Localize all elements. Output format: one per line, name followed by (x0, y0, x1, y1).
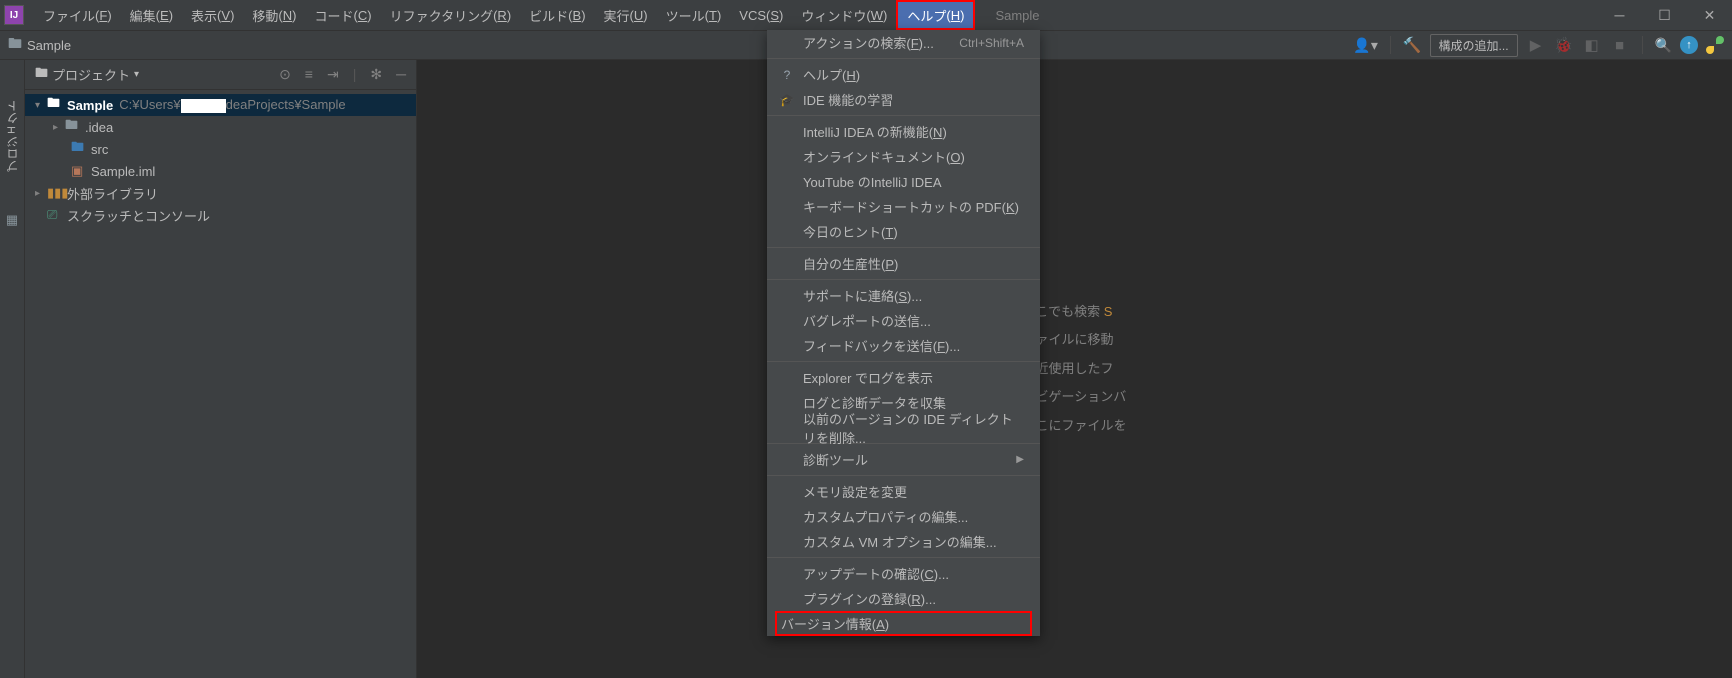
panel-title-label: プロジェクト (52, 65, 130, 84)
left-gutter: プロジェクト ▦ (0, 60, 25, 678)
file-icon: ▣ (71, 163, 87, 179)
library-icon: ▮▮▮ (47, 185, 63, 201)
tree-scratch[interactable]: ⎚ スクラッチとコンソール (25, 204, 416, 226)
graduation-icon: 🎓 (779, 93, 795, 107)
tree-scratch-label: スクラッチとコンソール (67, 206, 210, 225)
dd-memory-settings[interactable]: メモリ設定を変更 (767, 479, 1040, 504)
tree-root-path: C:¥Users¥deaProjects¥Sample (119, 97, 345, 113)
dd-tip-of-day[interactable]: 今日のヒント(T) (767, 219, 1040, 244)
build-icon[interactable]: 🔨 (1403, 36, 1422, 54)
scratch-icon: ⎚ (47, 207, 63, 223)
menu-help[interactable]: ヘルプ(H) (896, 0, 975, 30)
tree-idea[interactable]: ▸ 🖿 .idea (25, 116, 416, 138)
tree-iml-label: Sample.iml (91, 164, 155, 179)
folder-icon: 🖿 (35, 64, 48, 86)
separator (1390, 36, 1391, 54)
tree-iml[interactable]: ▣ Sample.iml (25, 160, 416, 182)
dd-check-updates[interactable]: アップデートの確認(C)... (767, 561, 1040, 586)
menu-run[interactable]: 実行(U) (595, 0, 657, 30)
menu-code[interactable]: コード(C) (306, 0, 381, 30)
code-with-me-icon[interactable] (1706, 36, 1724, 54)
user-icon[interactable]: 👤▾ (1353, 37, 1377, 54)
chevron-right-icon: ▸ (35, 188, 47, 199)
help-dropdown-menu: アクションの検索(F)...Ctrl+Shift+A ?ヘルプ(H) 🎓IDE … (767, 30, 1040, 636)
project-name: Sample (995, 8, 1039, 23)
menu-window[interactable]: ウィンドウ(W) (792, 0, 896, 30)
folder-icon: 🖿 (71, 138, 87, 160)
maximize-button[interactable]: ☐ (1642, 0, 1687, 30)
panel-title[interactable]: 🖿 プロジェクト ▾ (35, 64, 139, 86)
dd-custom-properties[interactable]: カスタムプロパティの編集... (767, 504, 1040, 529)
dd-find-action[interactable]: アクションの検索(F)...Ctrl+Shift+A (767, 30, 1040, 55)
dd-feedback[interactable]: フィードバックを送信(F)... (767, 333, 1040, 358)
menu-bar: IJ ファイル(F) 編集(E) 表示(V) 移動(N) コード(C) リファク… (0, 0, 1732, 30)
menu-tools[interactable]: ツール(T) (657, 0, 731, 30)
folder-icon: 🖿 (65, 116, 81, 138)
menu-build[interactable]: ビルド(B) (520, 0, 594, 30)
project-tree: ▾ 🖿 Sample C:¥Users¥deaProjects¥Sample ▸… (25, 90, 416, 230)
breadcrumb[interactable]: 🖿 Sample (8, 33, 71, 57)
dd-custom-vm[interactable]: カスタム VM オプションの編集... (767, 529, 1040, 554)
tree-extlib[interactable]: ▸ ▮▮▮ 外部ライブラリ (25, 182, 416, 204)
run-config-dropdown[interactable]: 構成の追加... (1430, 34, 1518, 57)
menu-file[interactable]: ファイル(F) (34, 0, 121, 30)
settings-icon[interactable]: ✻ (370, 66, 382, 83)
coverage-icon[interactable]: ◧ (1582, 36, 1602, 54)
close-button[interactable]: ✕ (1687, 0, 1732, 30)
chevron-down-icon: ▾ (134, 69, 139, 80)
search-icon[interactable]: 🔍 (1655, 37, 1672, 54)
menu-items: ファイル(F) 編集(E) 表示(V) 移動(N) コード(C) リファクタリン… (34, 0, 975, 30)
chevron-down-icon: ▾ (35, 100, 47, 111)
window-controls: ─ ☐ ✕ (1597, 0, 1732, 30)
dd-diagnostic-tools[interactable]: 診断ツール▶ (767, 447, 1040, 472)
dd-learn-ide[interactable]: 🎓IDE 機能の学習 (767, 87, 1040, 112)
chevron-right-icon: ▶ (1016, 454, 1024, 465)
run-icon[interactable]: ▶ (1526, 36, 1546, 54)
dd-bug-report[interactable]: バグレポートの送信... (767, 308, 1040, 333)
dd-register-plugin[interactable]: プラグインの登録(R)... (767, 586, 1040, 611)
structure-icon[interactable]: ▦ (6, 212, 18, 228)
chevron-right-icon: ▸ (53, 122, 65, 133)
dd-about[interactable]: バージョン情報(A) (775, 611, 1032, 636)
question-icon: ? (779, 68, 795, 82)
collapse-all-icon[interactable]: ⇥ (327, 66, 339, 83)
tree-idea-label: .idea (85, 120, 113, 135)
dd-contact-support[interactable]: サポートに連絡(S)... (767, 283, 1040, 308)
folder-icon: 🖿 (8, 33, 22, 57)
project-panel: 🖿 プロジェクト ▾ ⊙ ≡ ⇥ | ✻ ─ ▾ 🖿 Sample C:¥Use… (25, 60, 417, 678)
stop-icon[interactable]: ■ (1610, 37, 1630, 54)
editor-area: どこでも検索 S ファイルに移動 最近使用したフ ナビゲーションバ ここにファイ… (417, 60, 1732, 678)
menu-view[interactable]: 表示(V) (182, 0, 243, 30)
breadcrumb-label: Sample (27, 38, 71, 53)
dd-whatsnew[interactable]: IntelliJ IDEA の新機能(N) (767, 119, 1040, 144)
tree-src-label: src (91, 142, 108, 157)
menu-edit[interactable]: 編集(E) (121, 0, 182, 30)
tree-src[interactable]: 🖿 src (25, 138, 416, 160)
select-opened-file-icon[interactable]: ⊙ (279, 66, 291, 83)
tree-extlib-label: 外部ライブラリ (67, 184, 158, 203)
dd-youtube[interactable]: YouTube のIntelliJ IDEA (767, 169, 1040, 194)
dd-productivity[interactable]: 自分の生産性(P) (767, 251, 1040, 276)
app-icon: IJ (4, 5, 24, 25)
dd-delete-old-ide[interactable]: 以前のバージョンの IDE ディレクトリを削除... (767, 415, 1040, 440)
update-icon[interactable]: ↑ (1680, 36, 1698, 54)
menu-refactor[interactable]: リファクタリング(R) (381, 0, 521, 30)
debug-icon[interactable]: 🐞 (1554, 36, 1574, 54)
dd-shortcuts-pdf[interactable]: キーボードショートカットの PDF(K) (767, 194, 1040, 219)
toolbar-right: 👤▾ 🔨 構成の追加... ▶ 🐞 ◧ ■ 🔍 ↑ (1353, 34, 1724, 57)
dd-show-log[interactable]: Explorer でログを表示 (767, 365, 1040, 390)
dd-help[interactable]: ?ヘルプ(H) (767, 62, 1040, 87)
tree-root[interactable]: ▾ 🖿 Sample C:¥Users¥deaProjects¥Sample (25, 94, 416, 116)
hide-panel-icon[interactable]: ─ (396, 66, 406, 83)
gutter-project-tab[interactable]: プロジェクト (4, 100, 21, 172)
separator (1642, 36, 1643, 54)
dd-online-docs[interactable]: オンラインドキュメント(O) (767, 144, 1040, 169)
panel-header: 🖿 プロジェクト ▾ ⊙ ≡ ⇥ | ✻ ─ (25, 60, 416, 90)
folder-icon: 🖿 (47, 94, 63, 116)
expand-all-icon[interactable]: ≡ (305, 66, 313, 83)
minimize-button[interactable]: ─ (1597, 0, 1642, 30)
menu-vcs[interactable]: VCS(S) (730, 0, 792, 30)
menu-navigate[interactable]: 移動(N) (243, 0, 305, 30)
tree-root-label: Sample (67, 98, 113, 113)
